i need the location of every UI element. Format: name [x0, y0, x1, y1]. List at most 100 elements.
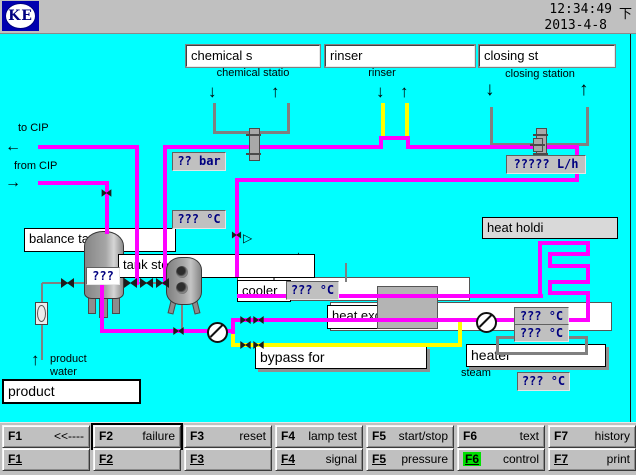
- tank-steri-label[interactable]: tank steri: [118, 254, 315, 278]
- fkey-row1-f3[interactable]: F3 reset: [184, 425, 272, 448]
- closing-station-field[interactable]: closing st: [479, 45, 615, 67]
- valve-icon: [232, 232, 241, 239]
- heat-holding-label[interactable]: heat holdi: [482, 217, 618, 239]
- arrow-down-icon: ↓: [485, 80, 495, 100]
- fkey-row1-f2[interactable]: F2 failure: [93, 425, 181, 448]
- pipe-bypass: [458, 318, 462, 347]
- pipe-chemical-bracket: [213, 103, 216, 134]
- pipe-rinser-line: [405, 103, 409, 140]
- fkey-row2-f5[interactable]: F5 pressure: [366, 448, 454, 471]
- fkey-row2-f2[interactable]: F2: [93, 448, 181, 471]
- pipe-to-cip: [135, 145, 139, 285]
- fkey-code: F3: [190, 452, 204, 466]
- function-key-bar: F1 <<---- F2 failure F3 reset F4 lamp te…: [0, 422, 636, 475]
- rinser-caption: rinser: [342, 67, 422, 79]
- pipe-coil: [548, 264, 590, 268]
- cip-temp-display: ??? °C: [172, 210, 226, 229]
- chemical-station-caption: chemical statio: [193, 67, 313, 79]
- fkey-label: reset: [239, 429, 266, 443]
- arrow-left-icon: ←: [5, 137, 21, 157]
- fkey-label: print: [607, 452, 630, 466]
- valve-icon: [102, 189, 112, 197]
- fkey-code: F2: [99, 429, 113, 443]
- pipe-rinser-line: [381, 103, 385, 140]
- fkey-code: F1: [8, 452, 22, 466]
- pipe-chemical-bracket: [287, 103, 290, 134]
- pipe-closing-bracket: [490, 107, 493, 146]
- fkey-label: <<----: [54, 429, 84, 443]
- valve-icon: [124, 278, 137, 288]
- heater-temp-display: ??? °C: [517, 372, 570, 391]
- arrow-right-icon: →: [5, 173, 21, 193]
- fkey-row2-f6[interactable]: F6 control: [457, 448, 545, 471]
- clock-period: 下: [619, 3, 632, 22]
- pipe-main-supply: [410, 145, 579, 149]
- fkey-row1-f1[interactable]: F1 <<----: [2, 425, 90, 448]
- clock-time: 12:34:49: [495, 2, 612, 17]
- pressure-display: ?? bar: [172, 152, 226, 171]
- fkey-row1-f7[interactable]: F7 history: [548, 425, 636, 448]
- cooler-temp-display: ??? °C: [286, 281, 339, 300]
- fkey-row2-f4[interactable]: F4 signal: [275, 448, 363, 471]
- from-cip-label: from CIP: [14, 160, 57, 172]
- feed-pump-icon: [207, 322, 228, 343]
- hmi-screen: KE 12:34:49 下 2013-4-8 chemical s rinser…: [0, 0, 636, 475]
- product-water-label: water: [50, 366, 77, 378]
- arrow-up-icon: ↑: [400, 82, 409, 102]
- tank-level-display: ???: [86, 267, 120, 285]
- valve-icon: [253, 316, 263, 324]
- arrow-right-icon: ▷: [243, 228, 252, 248]
- fkey-code: F7: [554, 429, 568, 443]
- rinser-station-field[interactable]: rinser: [325, 45, 475, 67]
- bypass-label[interactable]: bypass for: [255, 346, 427, 369]
- pipe-coil: [548, 252, 590, 256]
- pipe-loop-return: [237, 178, 579, 182]
- fkey-label: control: [503, 452, 539, 466]
- cooler-label[interactable]: cooler: [237, 280, 291, 302]
- pipe-loop-down: [235, 178, 239, 277]
- fkey-code: F6: [463, 429, 477, 443]
- fkey-label: start/stop: [399, 429, 448, 443]
- clock-date: 2013-4-8: [495, 18, 607, 33]
- valve-icon: [140, 278, 153, 288]
- fkey-code: F1: [8, 429, 22, 443]
- product-label[interactable]: product: [2, 379, 141, 404]
- sight-glass-icon: [176, 282, 188, 294]
- page-border: [630, 33, 631, 422]
- chemical-station-field[interactable]: chemical s: [186, 45, 320, 67]
- fkey-row2-f1[interactable]: F1: [2, 448, 90, 471]
- pipe-coil: [548, 280, 590, 284]
- title-bar: KE 12:34:49 下 2013-4-8: [0, 0, 636, 34]
- fkey-code: F4: [281, 429, 295, 443]
- valve-icon: [173, 327, 183, 335]
- arrow-down-icon: ↓: [208, 82, 217, 102]
- arrow-up-icon: ↑: [271, 82, 280, 102]
- fkey-code: F5: [372, 429, 386, 443]
- plate-pack: [377, 286, 438, 329]
- to-cip-label: to CIP: [18, 122, 49, 134]
- fkey-label: failure: [142, 429, 175, 443]
- valve-icon: [156, 278, 169, 288]
- fkey-label: history: [595, 429, 630, 443]
- flow-display: ????? L/h: [506, 155, 586, 174]
- sterilizer-vessel: [166, 257, 202, 305]
- fkey-label: lamp test: [308, 429, 357, 443]
- fkey-row2-f3[interactable]: F3: [184, 448, 272, 471]
- fkey-row1-f6[interactable]: F6 text: [457, 425, 545, 448]
- valve-icon: [253, 341, 263, 349]
- valve-icon: [61, 278, 74, 288]
- fkey-label: signal: [326, 452, 357, 466]
- pipe-from-cip: [38, 181, 109, 185]
- pipe-main-supply: [163, 145, 382, 149]
- fkey-code: F3: [190, 429, 204, 443]
- pipe-tank-outlet: [100, 283, 104, 333]
- steam-label: steam: [461, 367, 491, 379]
- hx-temp-lower-display: ??? °C: [514, 324, 569, 342]
- fkey-row1-f5[interactable]: F5 start/stop: [366, 425, 454, 448]
- pipe-cooler-line: [237, 294, 543, 298]
- fkey-row2-f7[interactable]: F7 print: [548, 448, 636, 471]
- flow-indicator-icon: [35, 302, 48, 325]
- fkey-label: text: [520, 429, 539, 443]
- valve-icon: [240, 341, 250, 349]
- fkey-row1-f4[interactable]: F4 lamp test: [275, 425, 363, 448]
